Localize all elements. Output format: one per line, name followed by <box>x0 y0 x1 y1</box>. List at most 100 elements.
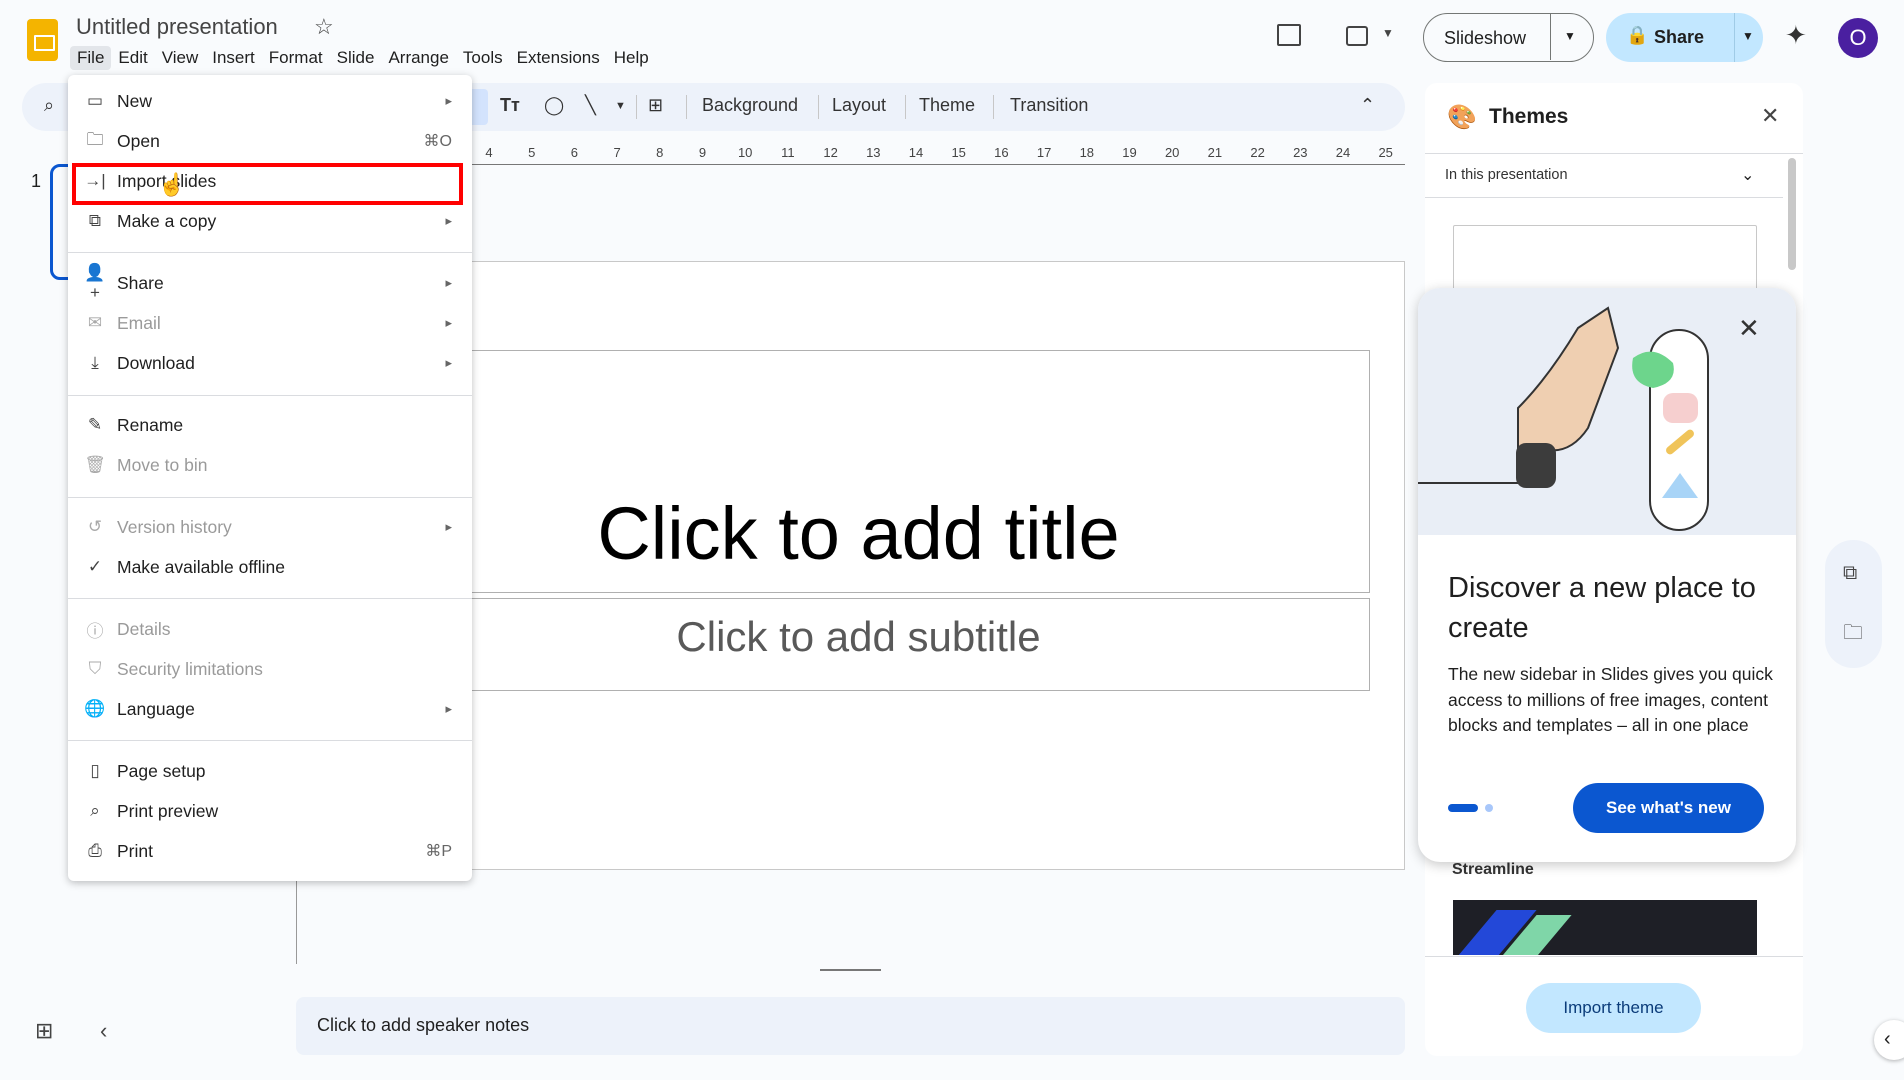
grid-view-icon[interactable]: ⊞ <box>35 1018 53 1044</box>
menu-insert[interactable]: Insert <box>205 46 262 70</box>
slide-number: 1 <box>31 171 41 192</box>
menu-item-details[interactable]: ⓘDetails <box>68 611 472 647</box>
menu-item-label: Make a copy <box>117 211 216 232</box>
import-theme-button[interactable]: Import theme <box>1526 983 1701 1033</box>
print-preview-icon: ⌕ <box>84 801 106 821</box>
gemini-icon[interactable]: ✦ <box>1785 20 1807 51</box>
ruler-tick-label: 5 <box>528 145 535 160</box>
ruler-tick-label: 16 <box>994 145 1008 160</box>
meet-icon[interactable] <box>1346 26 1368 46</box>
menu-item-download[interactable]: ⤓Download▸ <box>68 345 472 381</box>
speaker-notes-placeholder: Click to add speaker notes <box>317 1015 529 1035</box>
submenu-arrow-icon: ▸ <box>445 355 452 371</box>
background-button[interactable]: Background <box>702 95 798 116</box>
submenu-arrow-icon: ▸ <box>445 93 452 109</box>
add-comment-icon[interactable]: ⊞ <box>648 95 663 116</box>
menu-item-make-a-copy[interactable]: ⧉Make a copy▸ <box>68 203 472 239</box>
shortcut: ⌘O <box>424 131 452 151</box>
themes-scrollbar[interactable] <box>1788 158 1796 270</box>
menu-extensions[interactable]: Extensions <box>510 46 607 70</box>
shape-icon[interactable]: ◯ <box>544 95 564 116</box>
menu-item-version-history[interactable]: ↺Version history▸ <box>68 509 472 545</box>
title-placeholder[interactable]: Click to add title <box>347 350 1370 593</box>
close-themes-icon[interactable]: ✕ <box>1761 103 1779 129</box>
menu-separator <box>68 395 472 396</box>
menu-item-move-to-bin[interactable]: 🗑Move to bin <box>68 447 472 483</box>
menu-item-rename[interactable]: ✎Rename <box>68 407 472 443</box>
see-whats-new-button[interactable]: See what's new <box>1573 783 1764 833</box>
ruler-tick-label: 17 <box>1037 145 1051 160</box>
menu-view[interactable]: View <box>155 46 206 70</box>
slideshow-label: Slideshow <box>1444 28 1526 49</box>
share-dropdown-icon[interactable]: ▼ <box>1742 29 1754 43</box>
menu-slide[interactable]: Slide <box>330 46 382 70</box>
theme-thumbnail-streamline[interactable] <box>1453 900 1757 955</box>
menu-item-page-setup[interactable]: ▯Page setup <box>68 753 472 789</box>
menu-tools[interactable]: Tools <box>456 46 510 70</box>
ruler-tick-label: 10 <box>738 145 752 160</box>
popup-heading: Discover a new place to create <box>1448 568 1768 648</box>
expand-panel-icon[interactable]: ‹ <box>1874 1020 1904 1060</box>
line-dropdown-icon[interactable]: ▼ <box>615 100 626 112</box>
slides-logo[interactable] <box>27 19 58 61</box>
side-rail: ⧉ 🗀 <box>1825 540 1882 668</box>
ruler-tick-label: 23 <box>1293 145 1307 160</box>
search-menus-icon[interactable]: ⌕ <box>44 95 54 116</box>
comments-icon[interactable] <box>1277 24 1301 46</box>
menu-file[interactable]: File <box>70 46 111 70</box>
menu-separator <box>68 598 472 599</box>
slideshow-dropdown-icon[interactable]: ▼ <box>1564 29 1576 43</box>
layout-button[interactable]: Layout <box>832 95 886 116</box>
images-icon[interactable]: ⧉ <box>1843 562 1857 585</box>
menu-item-share[interactable]: 👤+Share▸ <box>68 265 472 301</box>
share-button[interactable]: 🔒 Share ▼ <box>1606 13 1763 62</box>
menu-item-language[interactable]: 🌐Language▸ <box>68 691 472 727</box>
meet-dropdown-icon[interactable]: ▼ <box>1382 26 1394 40</box>
close-popup-icon[interactable]: ✕ <box>1738 313 1760 344</box>
transition-button[interactable]: Transition <box>1010 95 1088 116</box>
menu-edit[interactable]: Edit <box>111 46 154 70</box>
collapse-toolbar-icon[interactable]: ⌃ <box>1360 95 1375 116</box>
menu-item-label: Page setup <box>117 761 206 782</box>
chevron-down-icon[interactable]: ⌄ <box>1741 165 1754 185</box>
star-icon[interactable]: ☆ <box>314 14 334 40</box>
version-history-icon: ↺ <box>84 517 106 537</box>
subtitle-placeholder[interactable]: Click to add subtitle <box>347 598 1370 691</box>
menu-item-open[interactable]: 🗀Open⌘O <box>68 123 472 159</box>
discover-popup: ✕ Discover a new place to create The new… <box>1418 288 1796 862</box>
menu-separator <box>68 252 472 253</box>
menu-item-label: Open <box>117 131 160 152</box>
ruler-tick-label: 22 <box>1250 145 1264 160</box>
text-box-icon[interactable]: Tт <box>500 95 520 116</box>
notes-resize-handle[interactable] <box>820 969 881 971</box>
menu-item-label: Language <box>117 699 195 720</box>
menu-item-security-limitations[interactable]: ⛉Security limitations <box>68 651 472 687</box>
line-icon[interactable]: ╲ <box>585 95 596 116</box>
ruler-tick-label: 19 <box>1122 145 1136 160</box>
popup-body: The new sidebar in Slides gives you quic… <box>1448 662 1778 739</box>
download-icon: ⤓ <box>84 353 106 373</box>
folder-icon[interactable]: 🗀 <box>1843 618 1863 652</box>
menu-help[interactable]: Help <box>607 46 656 70</box>
speaker-notes[interactable]: Click to add speaker notes <box>296 997 1405 1055</box>
menu-item-make-available-offline[interactable]: ✓Make available offline <box>68 549 472 585</box>
menu-item-email[interactable]: ✉Email▸ <box>68 305 472 341</box>
theme-button[interactable]: Theme <box>919 95 975 116</box>
theme-streamline-label: Streamline <box>1452 861 1534 879</box>
pagination-dots[interactable] <box>1448 804 1478 812</box>
menu-item-label: Share <box>117 273 164 294</box>
slide-canvas[interactable]: Click to add title Click to add subtitle <box>311 261 1405 870</box>
menu-arrange[interactable]: Arrange <box>381 46 455 70</box>
menu-format[interactable]: Format <box>262 46 330 70</box>
avatar[interactable]: O <box>1838 18 1878 58</box>
theme-filter-dropdown[interactable]: In this presentation <box>1445 167 1568 183</box>
menu-item-print[interactable]: ⎙Print⌘P <box>68 833 472 869</box>
document-title[interactable]: Untitled presentation <box>76 14 278 40</box>
ruler-tick-label: 24 <box>1336 145 1350 160</box>
menu-item-print-preview[interactable]: ⌕ Print preview <box>68 793 472 829</box>
menu-item-new[interactable]: ▭New▸ <box>68 83 472 119</box>
slideshow-button[interactable]: Slideshow ▼ <box>1423 13 1594 62</box>
collapse-filmstrip-icon[interactable]: ‹ <box>100 1018 107 1044</box>
menu-item-label: Print preview <box>117 801 218 822</box>
title-placeholder-text: Click to add title <box>348 491 1369 576</box>
